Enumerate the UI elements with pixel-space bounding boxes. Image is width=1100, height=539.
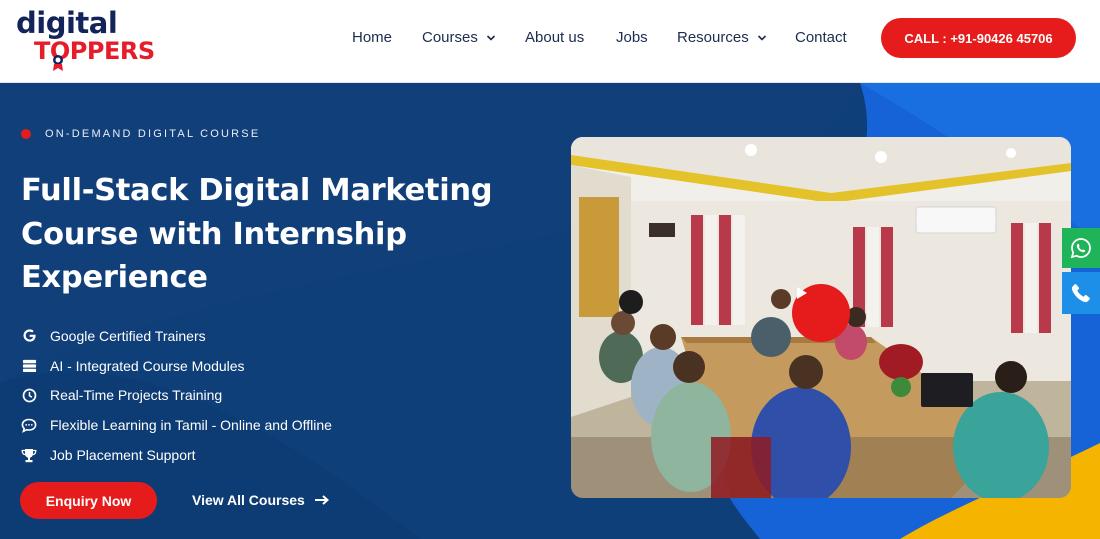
enquiry-now-button[interactable]: Enquiry Now (20, 482, 157, 519)
nav-courses-label: Courses (422, 29, 478, 46)
video-thumbnail[interactable] (571, 137, 1071, 498)
google-icon (21, 328, 37, 344)
site-header: digital TOPPERS Home Courses About us Jo… (0, 0, 1100, 83)
award-badge-icon (53, 55, 63, 71)
hero-tag: ON-DEMAND DIGITAL COURSE (21, 128, 260, 140)
nav-courses[interactable]: Courses (422, 29, 525, 46)
view-all-courses-link[interactable]: View All Courses (192, 492, 329, 508)
nav-jobs[interactable]: Jobs (616, 29, 677, 46)
hero-section: ON-DEMAND DIGITAL COURSE Full-Stack Digi… (0, 83, 1100, 539)
site-logo[interactable]: digital TOPPERS (16, 6, 156, 72)
chevron-down-icon (486, 34, 495, 41)
trophy-icon (21, 447, 37, 463)
view-all-courses-label: View All Courses (192, 492, 305, 508)
phone-icon (1071, 284, 1090, 303)
feature-item: Flexible Learning in Tamil - Online and … (21, 410, 332, 440)
whatsapp-icon (1070, 238, 1091, 259)
feature-item: Google Certified Trainers (21, 321, 332, 351)
nav-home[interactable]: Home (352, 29, 422, 46)
chevron-down-icon (757, 34, 766, 41)
feature-text: Flexible Learning in Tamil - Online and … (50, 417, 332, 434)
play-icon (797, 287, 807, 299)
nav-jobs-label: Jobs (616, 29, 648, 46)
whatsapp-button[interactable] (1062, 228, 1100, 268)
clock-icon (21, 387, 37, 403)
main-nav: Home Courses About us Jobs Resources Con… (352, 29, 847, 46)
feature-text: Job Placement Support (50, 447, 196, 464)
hero-title: Full-Stack Digital Marketing Course with… (21, 173, 493, 295)
play-button[interactable] (792, 284, 850, 342)
hero-tag-text: ON-DEMAND DIGITAL COURSE (45, 128, 261, 140)
phone-call-button[interactable] (1062, 272, 1100, 314)
feature-list: Google Certified Trainers AI - Integrate… (21, 321, 332, 470)
nav-resources[interactable]: Resources (677, 29, 795, 46)
server-icon (21, 358, 37, 374)
call-button[interactable]: CALL : +91-90426 45706 (881, 18, 1076, 58)
feature-text: Real-Time Projects Training (50, 387, 223, 404)
feature-text: AI - Integrated Course Modules (50, 357, 245, 374)
red-dot-icon (21, 129, 31, 139)
arrow-right-icon (314, 495, 329, 505)
nav-about[interactable]: About us (525, 29, 616, 46)
nav-resources-label: Resources (677, 29, 749, 46)
feature-text: Google Certified Trainers (50, 327, 206, 344)
nav-about-label: About us (525, 29, 585, 46)
feature-item: Real-Time Projects Training (21, 381, 332, 411)
nav-contact-label: Contact (795, 29, 847, 46)
feature-item: AI - Integrated Course Modules (21, 351, 332, 381)
nav-contact[interactable]: Contact (795, 29, 847, 46)
nav-home-label: Home (352, 29, 393, 46)
logo-line-1: digital (16, 6, 118, 40)
feature-item: Job Placement Support (21, 440, 332, 470)
chat-icon (21, 417, 37, 433)
